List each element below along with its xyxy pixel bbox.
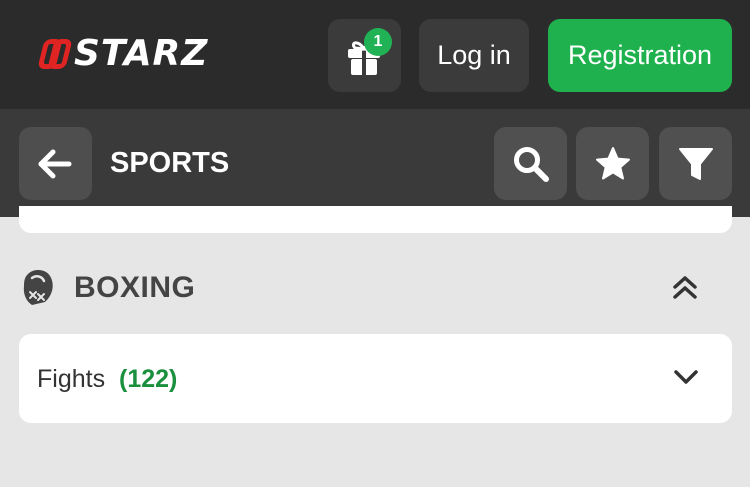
page-title: SPORTS: [110, 147, 230, 179]
logo-mark: [37, 37, 73, 71]
favorites-button[interactable]: [576, 127, 649, 200]
login-button[interactable]: Log in: [419, 19, 529, 92]
sport-title: BOXING: [74, 271, 196, 304]
category-count: (122): [119, 365, 178, 393]
chevron-down-icon: [674, 370, 698, 384]
category-row-fights[interactable]: Fights (122): [19, 334, 732, 423]
search-icon: [514, 147, 549, 182]
logo-text: STARZ: [74, 33, 209, 74]
arrow-left-icon: [38, 149, 72, 179]
category-label: Fights: [37, 365, 106, 393]
double-chevron-up-icon[interactable]: [672, 274, 698, 300]
gift-count-badge: 1: [364, 28, 392, 56]
brand-logo[interactable]: STARZ: [37, 33, 209, 74]
boxing-glove-icon: [23, 270, 53, 305]
gift-button[interactable]: [328, 19, 401, 92]
filter-icon: [679, 148, 713, 180]
back-button[interactable]: [19, 127, 92, 200]
sports-toolbar: SPORTS: [0, 109, 750, 217]
previous-card: [19, 206, 732, 233]
filter-button[interactable]: [659, 127, 732, 200]
star-icon: [596, 147, 630, 180]
registration-button[interactable]: Registration: [548, 19, 732, 92]
top-header: STARZ 1 Log in Registration: [0, 0, 750, 109]
search-button[interactable]: [494, 127, 567, 200]
